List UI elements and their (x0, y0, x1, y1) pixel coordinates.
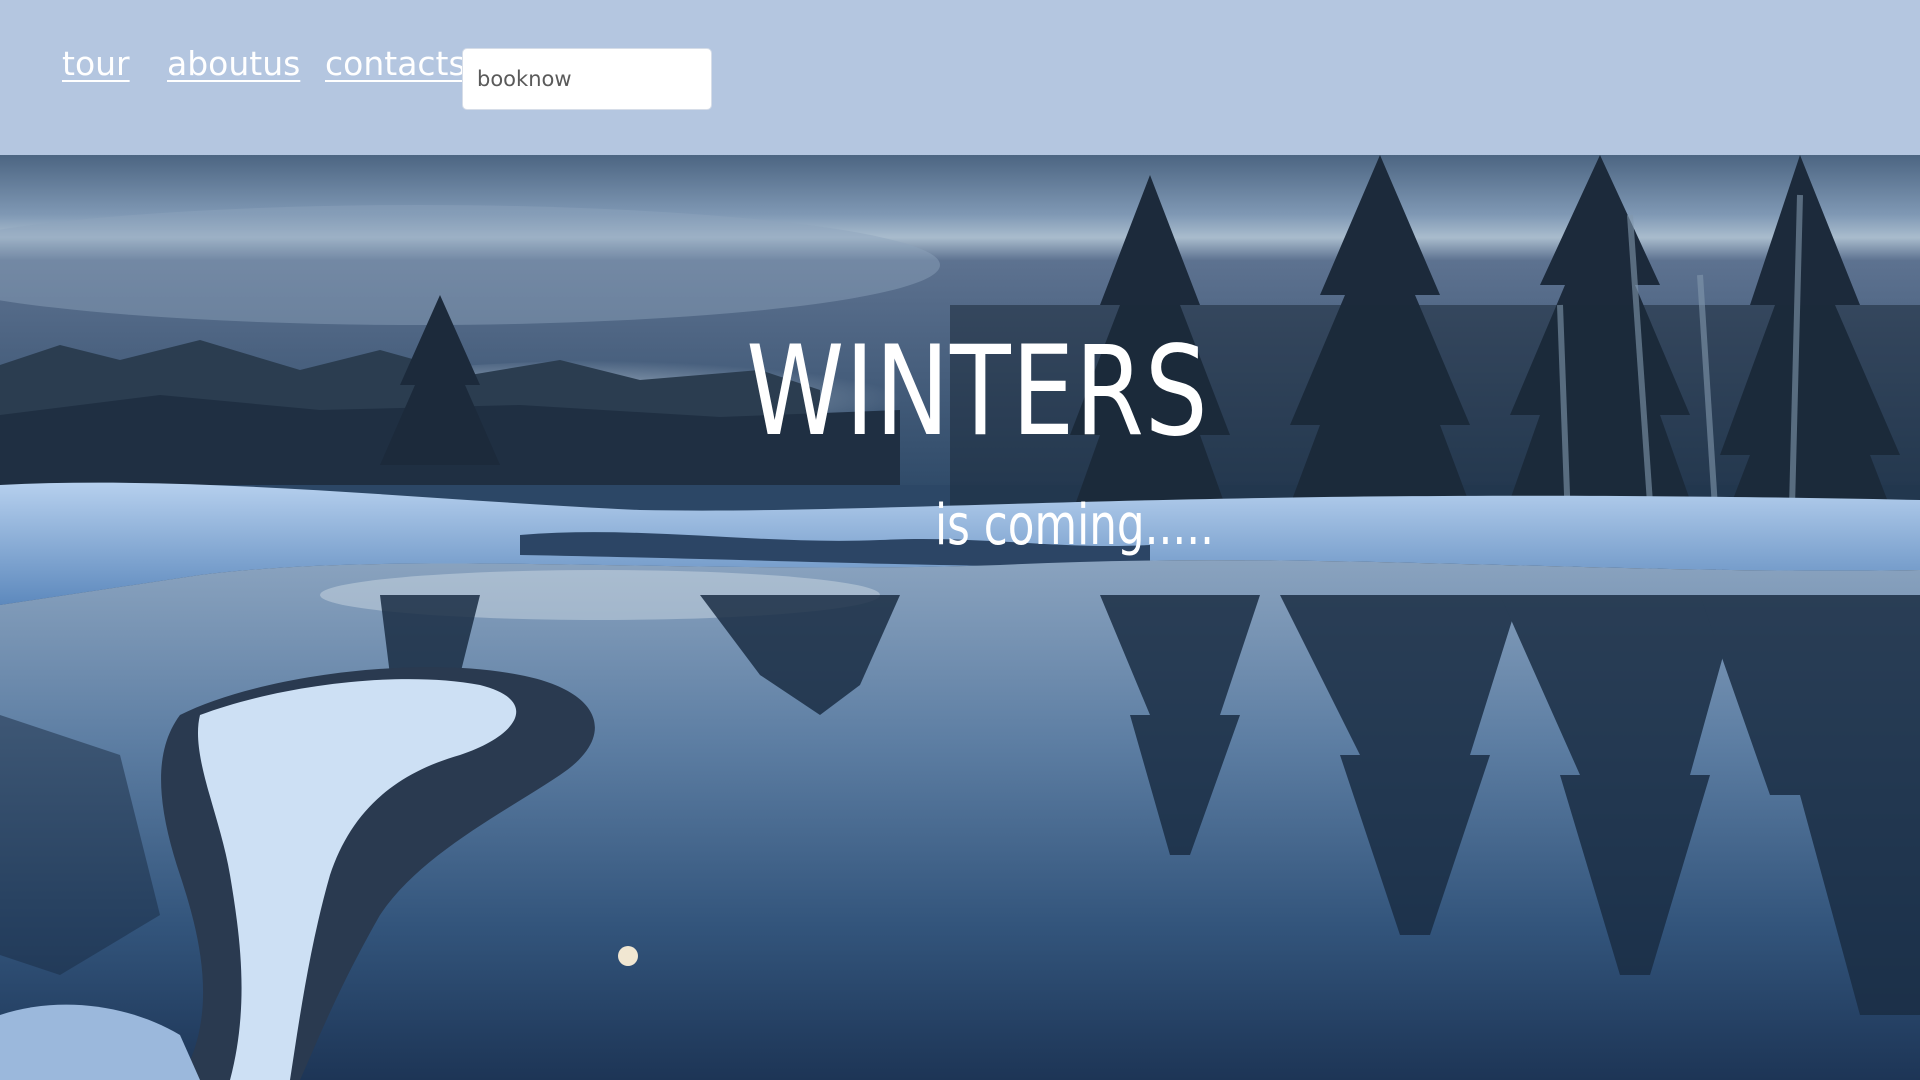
hero-subtitle: is coming..... (935, 493, 1215, 558)
nav-link-contacts[interactable]: contacts (325, 44, 466, 83)
nav-link-aboutus[interactable]: aboutus (167, 44, 300, 83)
hero-section: WINTERS is coming..... (0, 155, 1920, 1080)
hero-title: WINTERS (746, 320, 1209, 464)
booknow-input[interactable] (462, 48, 712, 110)
hero-background-image (0, 155, 1920, 1080)
top-navbar: tour aboutus contacts (0, 0, 1920, 155)
nav-link-tour[interactable]: tour (62, 44, 130, 83)
